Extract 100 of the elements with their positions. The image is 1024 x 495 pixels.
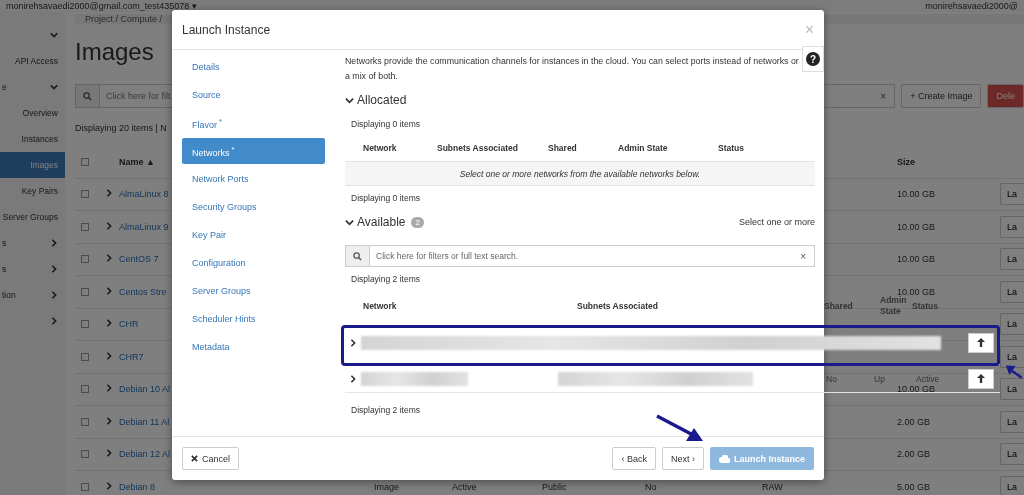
checkbox[interactable] — [81, 255, 89, 264]
item-count: Displaying 0 items — [350, 119, 421, 129]
sidebar-item[interactable]: s — [0, 256, 65, 282]
table-cell: 2.00 GB — [897, 449, 931, 460]
back-button[interactable]: ‹ Back — [612, 447, 656, 470]
arrow-up-icon — [977, 338, 985, 347]
sidebar-item[interactable]: API Access — [0, 48, 65, 74]
table-cell: Public — [542, 481, 567, 492]
chevron-right-icon — [50, 265, 58, 273]
item-count: Displaying 2 items — [350, 274, 421, 284]
table-cell: Active — [452, 481, 477, 492]
wizard-step[interactable]: Networks $^{*}$ — [182, 138, 325, 164]
sidebar-item[interactable]: Key Pairs — [0, 178, 65, 204]
image-name-link[interactable]: Debian 8 — [119, 481, 374, 492]
wizard-step[interactable]: Network Ports — [182, 166, 325, 192]
sidebar-item[interactable]: Images — [0, 152, 65, 178]
checkbox[interactable] — [81, 320, 89, 329]
wizard-step[interactable]: Security Groups — [182, 194, 325, 220]
launch-button[interactable]: La — [1000, 475, 1024, 495]
wizard-step[interactable]: Details — [182, 54, 325, 80]
checkbox[interactable] — [81, 385, 89, 394]
table-cell: 10.00 GB — [897, 254, 936, 265]
column-header: Subnets Associated — [577, 300, 659, 312]
user-menu[interactable]: monirehsavaedi2000@ — [925, 1, 1018, 12]
dialog-title: Launch Instance — [182, 22, 271, 37]
item-count: Displaying 0 items — [350, 193, 421, 203]
table-cell: 2.00 GB — [897, 416, 931, 427]
checkbox[interactable] — [81, 352, 89, 361]
launch-button[interactable]: La — [1000, 313, 1024, 336]
next-button[interactable]: Next › — [661, 447, 704, 470]
chevron-down-icon — [50, 31, 58, 39]
clear-icon[interactable]: × — [872, 90, 895, 102]
column-header: Admin State — [879, 295, 908, 317]
wizard-step[interactable]: Source — [182, 82, 325, 108]
expand-icon — [105, 286, 113, 295]
sidebar-item[interactable]: Server Groups — [0, 204, 65, 230]
project-menu[interactable]: monirehsavaedi2000@gmail.com_test435078 ▾ — [6, 1, 197, 12]
checkbox[interactable] — [81, 287, 89, 296]
launch-button[interactable]: La — [1000, 410, 1024, 433]
checkbox[interactable] — [81, 157, 89, 166]
wizard-step[interactable]: Configuration — [182, 250, 325, 276]
section-title[interactable]: Available 2 — [345, 215, 424, 229]
clear-icon[interactable]: × — [792, 250, 814, 262]
sidebar-item[interactable]: tion — [0, 282, 65, 308]
checkbox[interactable] — [81, 450, 89, 459]
table-cell: 10.00 GB — [897, 189, 936, 200]
sidebar-item[interactable]: Overview — [0, 100, 65, 126]
column-header: Network — [362, 300, 398, 312]
search-field[interactable]: Click here for filters or full text search. × — [345, 245, 815, 267]
sidebar-item[interactable]: Instances — [0, 126, 65, 152]
item-count: Displaying 2 items — [350, 405, 421, 415]
help-button[interactable]: ? — [802, 46, 824, 72]
search-icon — [353, 251, 362, 261]
cancel-button[interactable]: Cancel — [182, 447, 239, 470]
sidebar-item[interactable]: s — [0, 230, 65, 256]
launch-button[interactable]: La — [1000, 443, 1024, 466]
column-header: Status — [912, 300, 939, 312]
chevron-right-icon — [50, 239, 58, 247]
section-title[interactable]: Allocated — [345, 93, 815, 107]
sidebar-item[interactable]: e — [0, 74, 65, 100]
table-cell: 5.00 GB — [897, 481, 931, 492]
launch-button[interactable]: La — [1000, 280, 1024, 303]
wizard-step[interactable]: Scheduler Hints — [182, 306, 325, 332]
count-badge: 2 — [411, 216, 424, 228]
launch-button[interactable]: La — [1000, 183, 1024, 206]
delete-button[interactable]: Dele — [987, 84, 1024, 108]
table-cell-text: Active — [916, 373, 941, 384]
launch-button[interactable]: La — [1000, 215, 1024, 238]
checkbox[interactable] — [81, 417, 89, 426]
expand-icon — [105, 319, 113, 328]
empty-message: Select one or more networks from the available networks below. — [345, 162, 815, 186]
expand-icon — [105, 189, 113, 198]
table-cell-text: No — [826, 373, 838, 384]
allocate-button[interactable] — [968, 332, 994, 353]
checkbox[interactable] — [81, 190, 89, 199]
wizard-step[interactable]: Metadata — [182, 334, 325, 360]
expand-icon — [105, 449, 113, 458]
allocate-button[interactable] — [968, 368, 994, 389]
expand-icon — [349, 374, 357, 383]
column-header: Subnets Associated — [437, 143, 519, 154]
create-image-button[interactable]: + Create Image — [901, 84, 982, 108]
checkbox[interactable] — [81, 222, 89, 231]
expand-icon — [105, 384, 113, 393]
arrow-annotation — [655, 414, 705, 444]
wizard-step[interactable]: Server Groups — [182, 278, 325, 304]
expand-icon — [349, 338, 357, 347]
launch-button[interactable]: La — [1000, 345, 1024, 368]
checkbox[interactable] — [81, 482, 89, 491]
wizard-step[interactable]: Key Pair — [182, 222, 325, 248]
launch-button[interactable]: La — [1000, 378, 1024, 401]
launch-button[interactable]: La — [1000, 248, 1024, 271]
expand-icon — [105, 351, 113, 360]
item-count: Displaying 20 items | N — [75, 123, 167, 133]
description-text: Networks provide the communication channels for instances in the cloud. You can select ports instead of networks or a mix of both. — [345, 55, 800, 83]
column-header: Shared — [824, 300, 854, 312]
column-header: Admin State — [618, 143, 669, 154]
wizard-step[interactable]: Flavor $^{*}$ — [182, 110, 325, 136]
table-cell: RAW — [762, 481, 783, 492]
sidebar-label: s — [2, 264, 7, 274]
arrow-up-icon — [977, 374, 985, 383]
